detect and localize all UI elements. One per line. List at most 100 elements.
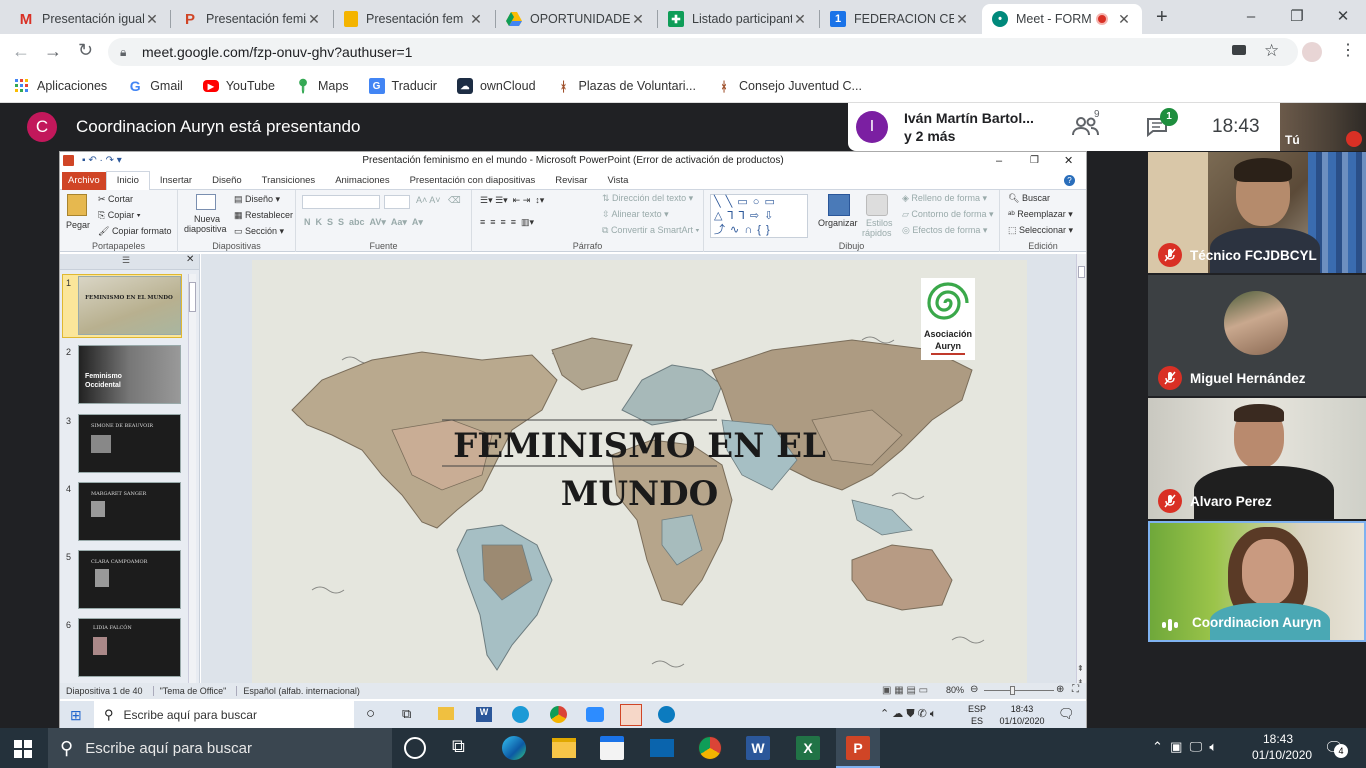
close-icon[interactable]: ✕: [144, 11, 160, 28]
shared-language[interactable]: ESP ES: [968, 703, 986, 727]
close-window-button[interactable]: ✕: [1320, 4, 1366, 30]
bookmark-translate[interactable]: G Traducir: [368, 78, 437, 94]
tab-powerpoint[interactable]: P Presentación femin ✕: [172, 4, 332, 34]
close-icon[interactable]: ✕: [630, 11, 646, 28]
shape-effects-button[interactable]: ◎ Efectos de forma ▾: [902, 225, 987, 236]
tab-meet[interactable]: • Meet - FORM ✕: [982, 4, 1142, 34]
list-icons[interactable]: ☰▾ ☰▾ ⇤ ⇥ ↕▾: [480, 195, 544, 206]
cortana-icon[interactable]: [404, 737, 426, 759]
tab-word[interactable]: 1 FEDERACION CEN ✕: [820, 4, 980, 34]
tab-vista[interactable]: Vista: [597, 172, 638, 190]
font-name-input[interactable]: [302, 195, 380, 209]
tab-gmail[interactable]: M Presentación igual ✕: [8, 4, 170, 34]
participant-tile[interactable]: Miguel Hernández: [1148, 275, 1366, 396]
zoom-in-icon[interactable]: ⊕: [1056, 684, 1064, 695]
tab-revisar[interactable]: Revisar: [545, 172, 597, 190]
shape-fill-button[interactable]: ◈ Relleno de forma ▾: [902, 193, 987, 204]
bookmark-apps[interactable]: Aplicaciones: [14, 78, 107, 94]
close-icon[interactable]: ✕: [792, 11, 808, 28]
shapes-gallery[interactable]: ╲ ╲ ▭ ○ ▭ △ ⅂ ⅂ ⇨ ⇩ ⤴ ∿ ∩ { }: [710, 194, 808, 238]
align-icons[interactable]: ≡ ≡ ≡ ≡ ▥▾: [480, 217, 534, 228]
zoom-app-icon[interactable]: [586, 707, 604, 722]
new-slide-icon[interactable]: [196, 194, 216, 210]
tab-presentacion[interactable]: Presentación con diapositivas: [400, 172, 546, 190]
zoom-slider[interactable]: [984, 686, 1054, 695]
taskbar-search-box[interactable]: ⚲ Escribe aquí para buscar: [48, 728, 392, 768]
cortana-icon[interactable]: ○: [366, 705, 375, 722]
file-explorer-icon[interactable]: [552, 738, 576, 758]
bookmark-consejo[interactable]: ᚼ Consejo Juventud C...: [716, 78, 862, 94]
align-text-button[interactable]: ⇳ Alinear texto ▾: [602, 209, 669, 220]
chat-icon[interactable]: 1: [1146, 108, 1178, 140]
bookmark-gmail[interactable]: G Gmail: [127, 78, 183, 94]
fit-window-icon[interactable]: ⛶: [1072, 684, 1079, 695]
prev-slide-icon[interactable]: ⇞: [1077, 664, 1084, 673]
address-bar[interactable]: 🔒︎ meet.google.com/fzp-onuv-ghv?authuser…: [108, 38, 1298, 66]
font-grow-shrink-icon[interactable]: A˄ A˅ ⌫: [416, 195, 461, 206]
paste-icon[interactable]: [67, 194, 87, 216]
text-direction-button[interactable]: ⇅ Dirección del texto ▾: [602, 193, 693, 204]
arrange-icon[interactable]: [828, 194, 850, 216]
bookmark-maps[interactable]: 📍︎ Maps: [294, 78, 348, 94]
select-button[interactable]: ⬚ Seleccionar ▾: [1008, 225, 1073, 236]
shape-outline-button[interactable]: ▱ Contorno de forma ▾: [902, 209, 994, 220]
participant-tile[interactable]: Técnico FCJDBCYL: [1148, 152, 1366, 273]
participant-tile[interactable]: Coordinacion Auryn: [1148, 521, 1366, 642]
slide-thumbnail-6[interactable]: LIDIA FALCÓN: [78, 618, 181, 677]
arrange-button[interactable]: Organizar: [818, 218, 858, 228]
shared-clock[interactable]: 18:43 01/10/2020: [996, 703, 1048, 727]
action-center-icon[interactable]: 🗨︎ 4: [1324, 738, 1348, 758]
file-explorer-icon[interactable]: [438, 707, 454, 720]
bookmark-owncloud[interactable]: ☁ ownCloud: [456, 78, 536, 94]
quick-access-icon[interactable]: ▪ ↶ · ↷ ▾: [82, 152, 122, 170]
taskbar-clock[interactable]: 18:43 01/10/2020: [1252, 731, 1312, 763]
tray-icons[interactable]: ⌃ ▣ 🖵︎ 🔈︎: [1152, 739, 1217, 755]
slide-vertical-scrollbar[interactable]: ⇞ ⇟: [1076, 254, 1086, 692]
self-view-tile[interactable]: Tú: [1280, 103, 1366, 151]
menu-dots-icon[interactable]: ⋮: [1340, 40, 1356, 60]
tab-animaciones[interactable]: Animaciones: [325, 172, 399, 190]
tab-drive[interactable]: OPORTUNIDADES ✕: [496, 4, 656, 34]
pane-tabs[interactable]: ☰ ✕: [60, 254, 199, 270]
slide-thumbnail-3[interactable]: SIMONE DE BEAUVOIR: [78, 414, 181, 473]
windows-start-icon[interactable]: [14, 740, 32, 761]
bookmark-plazas[interactable]: ᚼ Plazas de Voluntari...: [556, 78, 696, 94]
outline-tab-icon[interactable]: ☰: [122, 255, 130, 266]
notification-icon[interactable]: 🗨︎: [1058, 706, 1075, 722]
slide-thumbnail-4[interactable]: MARGARET SANGER: [78, 482, 181, 541]
close-icon[interactable]: ✕: [186, 254, 194, 265]
tab-inicio[interactable]: Inicio: [105, 171, 150, 190]
reload-icon[interactable]: ↻: [78, 40, 93, 61]
powerpoint-icon[interactable]: [620, 704, 642, 726]
word-icon[interactable]: W: [746, 736, 770, 760]
word-icon[interactable]: W: [476, 707, 492, 722]
section-button[interactable]: ▭ Sección ▾: [234, 226, 284, 237]
edge-icon[interactable]: [658, 706, 675, 723]
close-icon[interactable]: ✕: [954, 11, 970, 28]
chrome-icon[interactable]: [550, 706, 567, 723]
edge-icon[interactable]: [512, 706, 529, 723]
task-view-icon[interactable]: ⧉: [452, 736, 476, 760]
reset-button[interactable]: ▦ Restablecer: [234, 210, 293, 221]
help-icon[interactable]: ?: [1064, 175, 1075, 186]
mail-icon[interactable]: [650, 739, 674, 757]
edge-icon[interactable]: [502, 736, 526, 760]
view-buttons-icon[interactable]: ▣ ▦ ▤ ▭: [882, 685, 928, 696]
powerpoint-taskbar-button[interactable]: P: [836, 728, 880, 768]
replace-button[interactable]: ᵃᵇ Reemplazar ▾: [1008, 209, 1073, 220]
back-icon[interactable]: ←: [12, 41, 30, 62]
slide-thumbnail-1[interactable]: FEMINISMO EN EL MUNDO: [78, 276, 181, 335]
slide-thumbnail-5[interactable]: CLARA CAMPOAMOR: [78, 550, 181, 609]
tab-transiciones[interactable]: Transiciones: [252, 172, 326, 190]
quick-styles-label-2[interactable]: rápidos: [862, 228, 892, 238]
quick-styles-icon[interactable]: [866, 194, 888, 216]
excel-icon[interactable]: X: [796, 736, 820, 760]
new-slide-label-1[interactable]: Nueva: [194, 214, 220, 224]
windows-start-icon[interactable]: ⊞: [70, 707, 82, 724]
font-size-input[interactable]: [384, 195, 410, 209]
copy-button[interactable]: ⎘ Copiar ▾: [98, 210, 141, 221]
quick-styles-label-1[interactable]: Estilos: [866, 218, 893, 228]
minimize-button[interactable]: –: [996, 152, 1002, 170]
layout-button[interactable]: ▤ Diseño ▾: [234, 194, 280, 205]
store-icon[interactable]: [600, 736, 624, 760]
